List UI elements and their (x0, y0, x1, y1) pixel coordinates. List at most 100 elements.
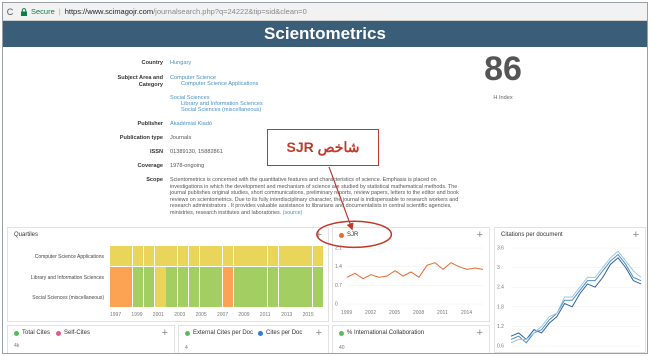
self-cites-label: Self-Cites (64, 330, 91, 336)
quartile-cell[interactable] (200, 287, 211, 308)
quartile-cell[interactable] (211, 266, 223, 287)
quartile-cell[interactable] (110, 287, 121, 308)
scope-source-link[interactable]: (source) (283, 210, 303, 216)
quartile-cell[interactable] (121, 287, 132, 308)
scope-description: Scientometrics is concerned with the qua… (170, 177, 465, 217)
quartile-cell[interactable] (211, 287, 223, 308)
quartile-cell[interactable] (245, 246, 256, 267)
quartile-cell[interactable] (177, 287, 189, 308)
quartile-cell[interactable] (301, 266, 313, 287)
external-cites-tick: 4 (185, 345, 188, 351)
citations-expand-icon[interactable]: + (633, 229, 639, 241)
intl-collab-tick: 40 (339, 345, 345, 351)
citations-y-tick: 2.4 (497, 285, 504, 291)
quartile-cell[interactable] (256, 287, 268, 308)
sjr-y-tick: 0.7 (335, 283, 342, 289)
quartiles-header: Quartiles (8, 228, 328, 242)
quartile-cell[interactable] (256, 266, 268, 287)
url-path[interactable]: /journalsearch.php?q=24222&tip=sid&clean… (153, 7, 307, 16)
reload-icon[interactable]: C (3, 7, 17, 17)
sjr-legend-dot (339, 232, 344, 238)
quartile-cell[interactable] (132, 246, 144, 267)
quartile-cell[interactable] (233, 246, 245, 267)
quartile-cell[interactable] (155, 266, 166, 287)
country-link[interactable]: Hungary (170, 60, 191, 66)
quartile-cell[interactable] (143, 287, 155, 308)
quartile-cell[interactable] (188, 266, 200, 287)
sjr-panel: SJR + 2.1 1.4 0.7 0 1999 2002 2005 2008 2011 2014 (332, 227, 490, 322)
quartile-cell[interactable] (267, 287, 279, 308)
quartile-cell[interactable] (312, 287, 324, 308)
quartile-year-tick: 2001 (152, 312, 164, 318)
quartile-cell[interactable] (188, 287, 200, 308)
sjr-y-tick: 2.1 (335, 246, 342, 252)
total-cites-expand-icon[interactable]: + (162, 327, 168, 339)
quartile-cell[interactable] (278, 246, 290, 267)
citations-chart[interactable]: 3.6 3 2.4 1.8 1.2 0.6 (495, 242, 645, 352)
quartile-year-tick: 2009 (238, 312, 250, 318)
quartile-cell[interactable] (245, 266, 256, 287)
quartile-cell[interactable] (233, 266, 245, 287)
quartile-row-label: Social Sciences (miscellaneous) (32, 295, 104, 301)
quartile-cell[interactable] (233, 287, 245, 308)
intl-collab-label: % International Collaboration (347, 330, 425, 336)
quartile-cell[interactable] (301, 246, 313, 267)
quartile-cell[interactable] (290, 266, 301, 287)
quartile-cell[interactable] (121, 266, 132, 287)
quartile-cell[interactable] (200, 246, 211, 267)
quartile-cell[interactable] (155, 246, 166, 267)
citations-header: Citations per document (495, 228, 645, 242)
quartile-cell[interactable] (222, 287, 234, 308)
quartile-cell[interactable] (267, 266, 279, 287)
subject-1-category-link[interactable]: Computer Science Applications (181, 81, 258, 87)
quartile-cell[interactable] (110, 246, 121, 267)
quartile-cell[interactable] (121, 246, 132, 267)
quartile-cell[interactable] (278, 287, 290, 308)
quartile-cell[interactable] (177, 266, 189, 287)
sjr-x-tick: 2011 (437, 310, 448, 316)
sjr-x-tick: 2002 (365, 310, 376, 316)
external-cites-expand-icon[interactable]: + (316, 327, 322, 339)
quartile-cell[interactable] (143, 266, 155, 287)
publisher-label: Publisher (137, 121, 164, 127)
subject-2-category-2-link[interactable]: Social Sciences (miscellaneous) (181, 107, 261, 113)
citations-y-tick: 1.8 (497, 304, 504, 310)
quartile-cell[interactable] (301, 287, 313, 308)
quartile-cell[interactable] (222, 266, 234, 287)
quartile-cell[interactable] (267, 246, 279, 267)
quartile-cell[interactable] (290, 246, 301, 267)
quartiles-heatmap[interactable] (110, 246, 324, 308)
quartile-cell[interactable] (132, 266, 144, 287)
quartile-cell[interactable] (200, 266, 211, 287)
quartile-cell[interactable] (166, 246, 177, 267)
quartile-cell[interactable] (312, 246, 324, 267)
intl-collab-expand-icon[interactable]: + (477, 327, 483, 339)
quartile-cell[interactable] (290, 287, 301, 308)
citations-y-tick: 3 (497, 265, 500, 271)
subject-label: Subject Area and Category (3, 75, 164, 89)
quartiles-expand-icon[interactable]: + (316, 229, 322, 241)
quartile-cell[interactable] (110, 266, 121, 287)
intl-collab-legend-dot (339, 330, 344, 336)
external-cites-label: External Cites per Doc (193, 330, 254, 336)
quartile-cell[interactable] (278, 266, 290, 287)
url-host[interactable]: https://www.scimagojr.com (65, 7, 153, 16)
sjr-chart[interactable]: 2.1 1.4 0.7 01999 2002 2005 2008 2011 2014 (333, 242, 489, 322)
quartile-cell[interactable] (177, 246, 189, 267)
quartile-cell[interactable] (166, 266, 177, 287)
citations-series-line (510, 257, 642, 341)
quartile-cell[interactable] (211, 246, 223, 267)
quartile-cell[interactable] (256, 246, 268, 267)
sjr-expand-icon[interactable]: + (477, 229, 483, 241)
publisher-link[interactable]: Akadémiai Kiadó (170, 121, 212, 127)
quartile-cell[interactable] (312, 266, 324, 287)
quartile-cell[interactable] (222, 246, 234, 267)
quartile-year-tick: 1997 (110, 312, 122, 318)
quartile-cell[interactable] (143, 246, 155, 267)
quartile-cell[interactable] (188, 246, 200, 267)
address-bar[interactable]: C Secure | https://www.scimagojr.com /jo… (3, 3, 647, 21)
quartile-cell[interactable] (166, 287, 177, 308)
quartile-cell[interactable] (155, 287, 166, 308)
quartile-cell[interactable] (245, 287, 256, 308)
quartile-cell[interactable] (132, 287, 144, 308)
